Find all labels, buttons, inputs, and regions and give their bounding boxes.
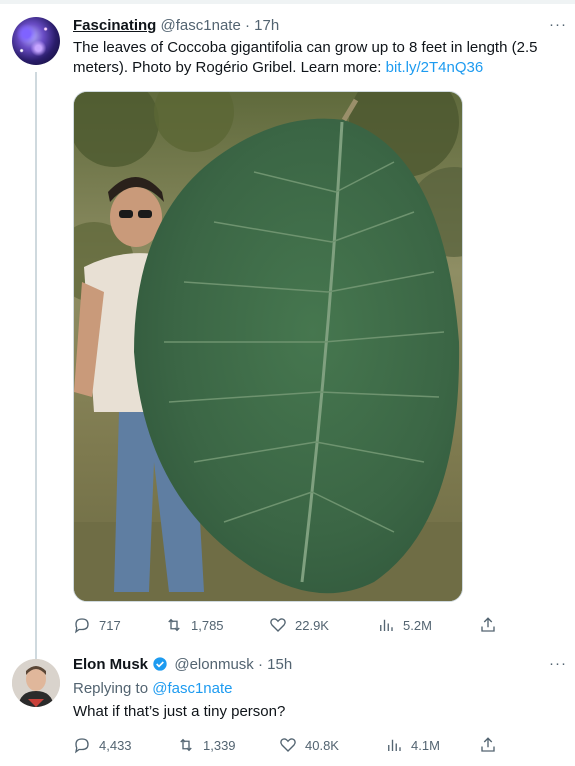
top-divider bbox=[0, 0, 575, 4]
tweet-text: The leaves of Coccoba gigantifolia can g… bbox=[73, 38, 553, 78]
separator-dot: · bbox=[257, 656, 263, 673]
timestamp[interactable]: 15h bbox=[267, 656, 292, 673]
retweet-button[interactable]: 1,339 bbox=[177, 735, 236, 755]
display-name[interactable]: Fascinating bbox=[73, 17, 156, 34]
avatar-fascinating[interactable] bbox=[12, 17, 60, 65]
heart-icon bbox=[280, 738, 296, 752]
like-button[interactable]: 22.9K bbox=[269, 615, 329, 635]
display-name[interactable]: Elon Musk bbox=[73, 656, 148, 673]
separator-dot: · bbox=[244, 17, 250, 34]
tweet-actions: 4,433 1,339 40.8K 4.1M bbox=[73, 735, 513, 755]
views-button[interactable]: 5.2M bbox=[377, 615, 432, 635]
reply-icon bbox=[74, 738, 89, 754]
tweet-actions: 717 1,785 22.9K 5.2M bbox=[73, 615, 513, 635]
like-count: 40.8K bbox=[305, 737, 339, 753]
user-handle[interactable]: @elonmusk bbox=[174, 656, 253, 673]
share-icon bbox=[481, 617, 495, 632]
galaxy-avatar-image bbox=[12, 17, 60, 65]
timestamp[interactable]: 17h bbox=[254, 17, 279, 34]
tweet-photo[interactable] bbox=[73, 91, 463, 602]
replying-to: Replying to @fasc1nate bbox=[73, 679, 233, 699]
tweet-link[interactable]: bit.ly/2T4nQ36 bbox=[386, 59, 484, 76]
retweet-count: 1,785 bbox=[191, 617, 224, 633]
retweet-icon bbox=[180, 738, 192, 752]
share-icon bbox=[481, 737, 495, 752]
reply-button[interactable]: 4,433 bbox=[73, 735, 132, 755]
thread-line bbox=[35, 72, 37, 662]
views-count: 5.2M bbox=[403, 617, 432, 633]
portrait-avatar-image bbox=[12, 659, 60, 707]
user-handle[interactable]: @fasc1nate bbox=[161, 17, 241, 34]
share-button[interactable] bbox=[479, 615, 497, 635]
tweet-header: Fascinating @fasc1nate · 17h bbox=[73, 16, 279, 36]
views-icon bbox=[380, 619, 393, 631]
reply-count: 717 bbox=[99, 617, 121, 633]
replying-handle-link[interactable]: @fasc1nate bbox=[152, 680, 232, 697]
like-button[interactable]: 40.8K bbox=[279, 735, 339, 755]
replying-label: Replying to bbox=[73, 680, 153, 697]
tweet-text: What if that’s just a tiny person? bbox=[73, 703, 286, 720]
heart-icon bbox=[270, 618, 286, 632]
views-count: 4.1M bbox=[411, 737, 440, 753]
reply-button[interactable]: 717 bbox=[73, 615, 121, 635]
reply-count: 4,433 bbox=[99, 737, 132, 753]
reply-icon bbox=[74, 618, 89, 634]
more-options-icon[interactable]: ··· bbox=[549, 16, 567, 33]
timeline: Fascinating @fasc1nate · 17h ··· The lea… bbox=[0, 0, 575, 766]
avatar-elon[interactable] bbox=[12, 659, 60, 707]
verified-badge-icon bbox=[153, 657, 167, 671]
more-options-icon[interactable]: ··· bbox=[549, 655, 567, 672]
retweet-button[interactable]: 1,785 bbox=[165, 615, 224, 635]
views-icon bbox=[388, 739, 401, 751]
share-button[interactable] bbox=[479, 735, 497, 755]
leaf-photo bbox=[74, 92, 462, 601]
retweet-icon bbox=[168, 618, 180, 632]
views-button[interactable]: 4.1M bbox=[385, 735, 440, 755]
retweet-count: 1,339 bbox=[203, 737, 236, 753]
tweet-header: Elon Musk @elonmusk · 15h bbox=[73, 655, 292, 675]
like-count: 22.9K bbox=[295, 617, 329, 633]
